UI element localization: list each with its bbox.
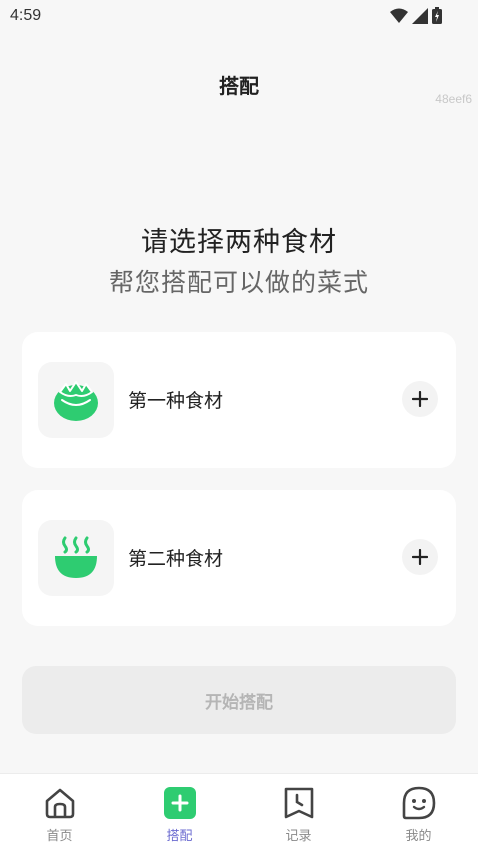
- hero-title: 请选择两种食材: [141, 227, 337, 258]
- plus-icon: [412, 549, 428, 565]
- tab-mine[interactable]: 我的: [359, 774, 478, 851]
- status-bar: 4:59: [0, 0, 478, 34]
- ingredient-icon-box: [38, 520, 114, 596]
- battery-icon: [432, 7, 442, 24]
- status-icons: [390, 7, 442, 24]
- record-icon: [284, 787, 313, 819]
- tab-label-home: 首页: [46, 829, 73, 844]
- watermark-text: 48eef6: [435, 92, 472, 106]
- page-title: 搭配: [219, 74, 259, 98]
- hero-subtitle: 帮您搭配可以做的菜式: [108, 268, 369, 297]
- add-square-icon: [163, 787, 196, 819]
- start-match-button[interactable]: 开始搭配: [22, 666, 456, 734]
- tab-home[interactable]: 首页: [0, 774, 119, 851]
- tomato-icon: [54, 381, 98, 421]
- tab-label-match: 搭配: [166, 829, 193, 844]
- profile-icon: [402, 786, 435, 820]
- add-first-ingredient-button[interactable]: [402, 381, 438, 417]
- tab-record[interactable]: 记录: [239, 774, 358, 851]
- status-time: 4:59: [10, 7, 42, 24]
- bowl-icon: [55, 536, 97, 578]
- ingredient-label-second: 第二种食材: [128, 548, 224, 570]
- home-icon: [45, 788, 74, 819]
- signal-icon: [412, 7, 428, 24]
- ingredient-card-first[interactable]: 第一种食材: [22, 332, 456, 468]
- tab-label-mine: 我的: [405, 829, 432, 844]
- add-second-ingredient-button[interactable]: [402, 539, 438, 575]
- tab-match[interactable]: 搭配: [120, 774, 239, 851]
- ingredient-card-second[interactable]: 第二种食材: [22, 490, 456, 626]
- plus-icon: [412, 391, 428, 407]
- bottom-tab-bar: 首页 搭配 记录 我的: [0, 773, 478, 851]
- wifi-icon: [390, 8, 408, 23]
- ingredient-icon-box: [38, 362, 114, 438]
- tab-label-record: 记录: [285, 829, 312, 844]
- ingredient-label-first: 第一种食材: [128, 390, 224, 412]
